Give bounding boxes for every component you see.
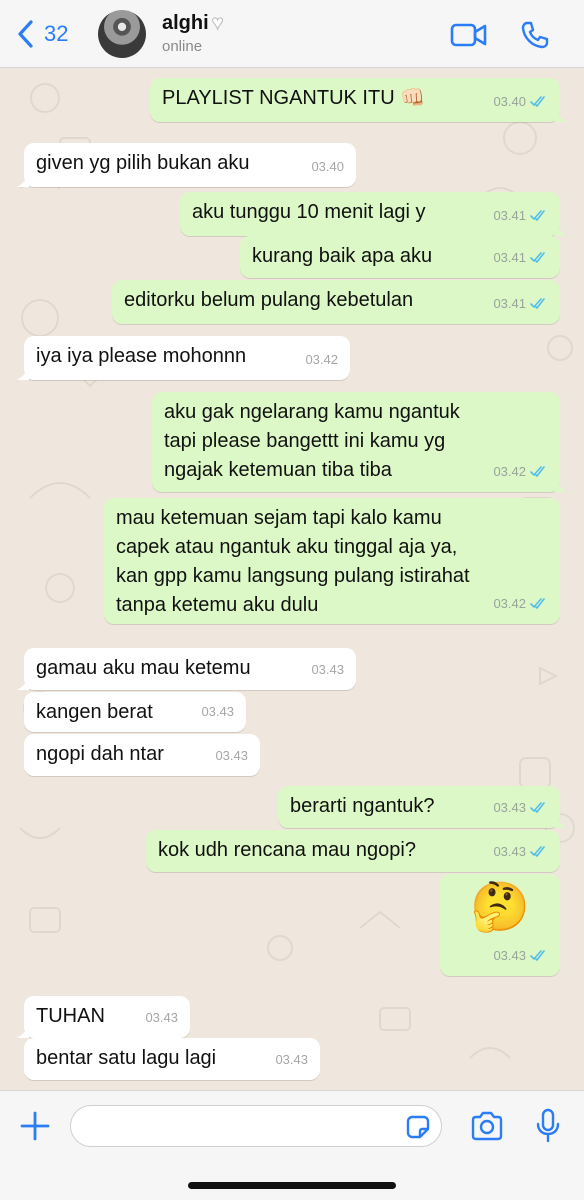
- plus-icon[interactable]: [18, 1109, 52, 1143]
- incoming-message[interactable]: given yg pilih bukan aku 03.40: [17, 143, 356, 187]
- phone-icon[interactable]: [520, 20, 550, 50]
- message-meta: 03.43: [311, 655, 344, 684]
- message-text: mau ketemuan sejam tapi kalo kamu capek …: [116, 507, 470, 616]
- message-meta: 03.43: [145, 1003, 178, 1032]
- read-ticks-icon: [530, 298, 545, 309]
- message-time: 03.42: [305, 352, 338, 367]
- incoming-message[interactable]: gamau aku mau ketemu 03.43: [17, 648, 356, 690]
- bubble-tail: [17, 173, 29, 187]
- incoming-message[interactable]: ngopi dah ntar 03.43: [24, 734, 260, 776]
- message-time: 03.43: [493, 800, 526, 815]
- message-time: 03.43: [493, 844, 526, 859]
- message-time: 03.43: [275, 1052, 308, 1067]
- message-text: PLAYLIST NGANTUK ITU 👊🏻: [162, 87, 426, 109]
- chat-area[interactable]: PLAYLIST NGANTUK ITU 👊🏻 03.40 given yg pil…: [0, 68, 584, 1090]
- bubble-tail: [555, 478, 567, 492]
- camera-icon[interactable]: [470, 1111, 504, 1141]
- outgoing-message[interactable]: aku gak ngelarang kamu ngantuk tapi plea…: [152, 392, 567, 492]
- message-text: editorku belum pulang kebetulan: [124, 289, 414, 311]
- contact-status: online: [162, 38, 203, 55]
- message-text: bentar satu lagu lagi: [36, 1047, 217, 1069]
- message-text: given yg pilih bukan aku: [36, 152, 250, 174]
- heart-emoji-icon: ♥: [211, 12, 224, 35]
- bubble-tail: [17, 676, 29, 690]
- bubble-tail: [555, 222, 567, 236]
- message-time: 03.41: [493, 250, 526, 265]
- message-time: 03.41: [493, 296, 526, 311]
- outgoing-message[interactable]: 🤔 03.43: [440, 874, 560, 976]
- home-indicator: [188, 1182, 396, 1189]
- message-time: 03.40: [311, 159, 344, 174]
- message-meta: 03.43: [493, 941, 548, 970]
- message-input[interactable]: [70, 1105, 442, 1147]
- message-text: 🤔: [470, 881, 530, 934]
- outgoing-message[interactable]: kok udh rencana mau ngopi? 03.43: [146, 830, 560, 872]
- message-time: 03.43: [493, 948, 526, 963]
- read-ticks-icon: [530, 252, 545, 263]
- read-ticks-icon: [530, 846, 545, 857]
- bubble-tail: [555, 814, 567, 828]
- outgoing-message[interactable]: aku tunggu 10 menit lagi y 03.41: [180, 192, 567, 236]
- read-ticks-icon: [530, 466, 545, 477]
- incoming-message[interactable]: TUHAN 03.43: [17, 996, 190, 1038]
- back-button[interactable]: 32: [14, 18, 68, 50]
- back-chevron-icon: [18, 20, 33, 48]
- chat-header: 32 alghi ♥ online: [0, 0, 584, 68]
- outgoing-message[interactable]: PLAYLIST NGANTUK ITU 👊🏻 03.40: [150, 78, 567, 122]
- message-text: kok udh rencana mau ngopi?: [158, 839, 416, 861]
- read-ticks-icon: [530, 802, 545, 813]
- message-meta: 03.41: [493, 243, 548, 272]
- message-meta: 03.43: [493, 837, 548, 866]
- message-time: 03.40: [493, 94, 526, 109]
- outgoing-message[interactable]: berarti ngantuk? 03.43: [278, 786, 567, 828]
- avatar[interactable]: [98, 10, 146, 58]
- message-meta: 03.42: [493, 589, 548, 618]
- read-ticks-icon: [530, 598, 545, 609]
- message-meta: 03.43: [493, 793, 548, 822]
- message-meta: 03.43: [275, 1045, 308, 1074]
- message-time: 03.42: [493, 596, 526, 611]
- incoming-message[interactable]: kangen berat 03.43: [24, 692, 246, 732]
- message-time: 03.43: [201, 704, 234, 719]
- message-meta: 03.42: [305, 345, 338, 374]
- message-time: 03.42: [493, 464, 526, 479]
- incoming-message[interactable]: bentar satu lagu lagi 03.43: [24, 1038, 320, 1080]
- message-time: 03.41: [493, 208, 526, 223]
- bubble-tail: [17, 1024, 29, 1038]
- contact-name-text: alghi: [162, 12, 209, 34]
- message-meta: 03.41: [493, 289, 548, 318]
- outgoing-message[interactable]: kurang baik apa aku 03.41: [240, 236, 560, 278]
- message-text: gamau aku mau ketemu: [36, 657, 251, 679]
- contact-info[interactable]: alghi ♥ online: [162, 12, 224, 56]
- unread-count: 32: [44, 21, 69, 46]
- outgoing-message[interactable]: editorku belum pulang kebetulan 03.41: [112, 280, 560, 324]
- read-ticks-icon: [530, 96, 545, 107]
- microphone-icon[interactable]: [536, 1108, 560, 1144]
- sticker-icon[interactable]: [404, 1113, 432, 1141]
- message-meta: 03.40: [493, 87, 548, 116]
- read-ticks-icon: [530, 950, 545, 961]
- message-text: aku gak ngelarang kamu ngantuk tapi plea…: [164, 401, 460, 481]
- incoming-message[interactable]: iya iya please mohonnn 03.42: [17, 336, 350, 380]
- bubble-tail: [555, 108, 567, 122]
- video-call-icon[interactable]: [450, 22, 488, 48]
- read-ticks-icon: [530, 210, 545, 221]
- message-time: 03.43: [215, 748, 248, 763]
- message-meta: 03.40: [311, 152, 344, 181]
- message-time: 03.43: [145, 1010, 178, 1025]
- message-meta: 03.43: [201, 697, 234, 726]
- bubble-tail: [17, 366, 29, 380]
- message-time: 03.43: [311, 662, 344, 677]
- message-meta: 03.43: [215, 741, 248, 770]
- contact-name: alghi ♥: [162, 12, 224, 35]
- outgoing-message[interactable]: mau ketemuan sejam tapi kalo kamu capek …: [104, 498, 560, 624]
- message-meta: 03.41: [493, 201, 548, 230]
- message-meta: 03.42: [493, 457, 548, 486]
- message-text: iya iya please mohonnn: [36, 345, 247, 367]
